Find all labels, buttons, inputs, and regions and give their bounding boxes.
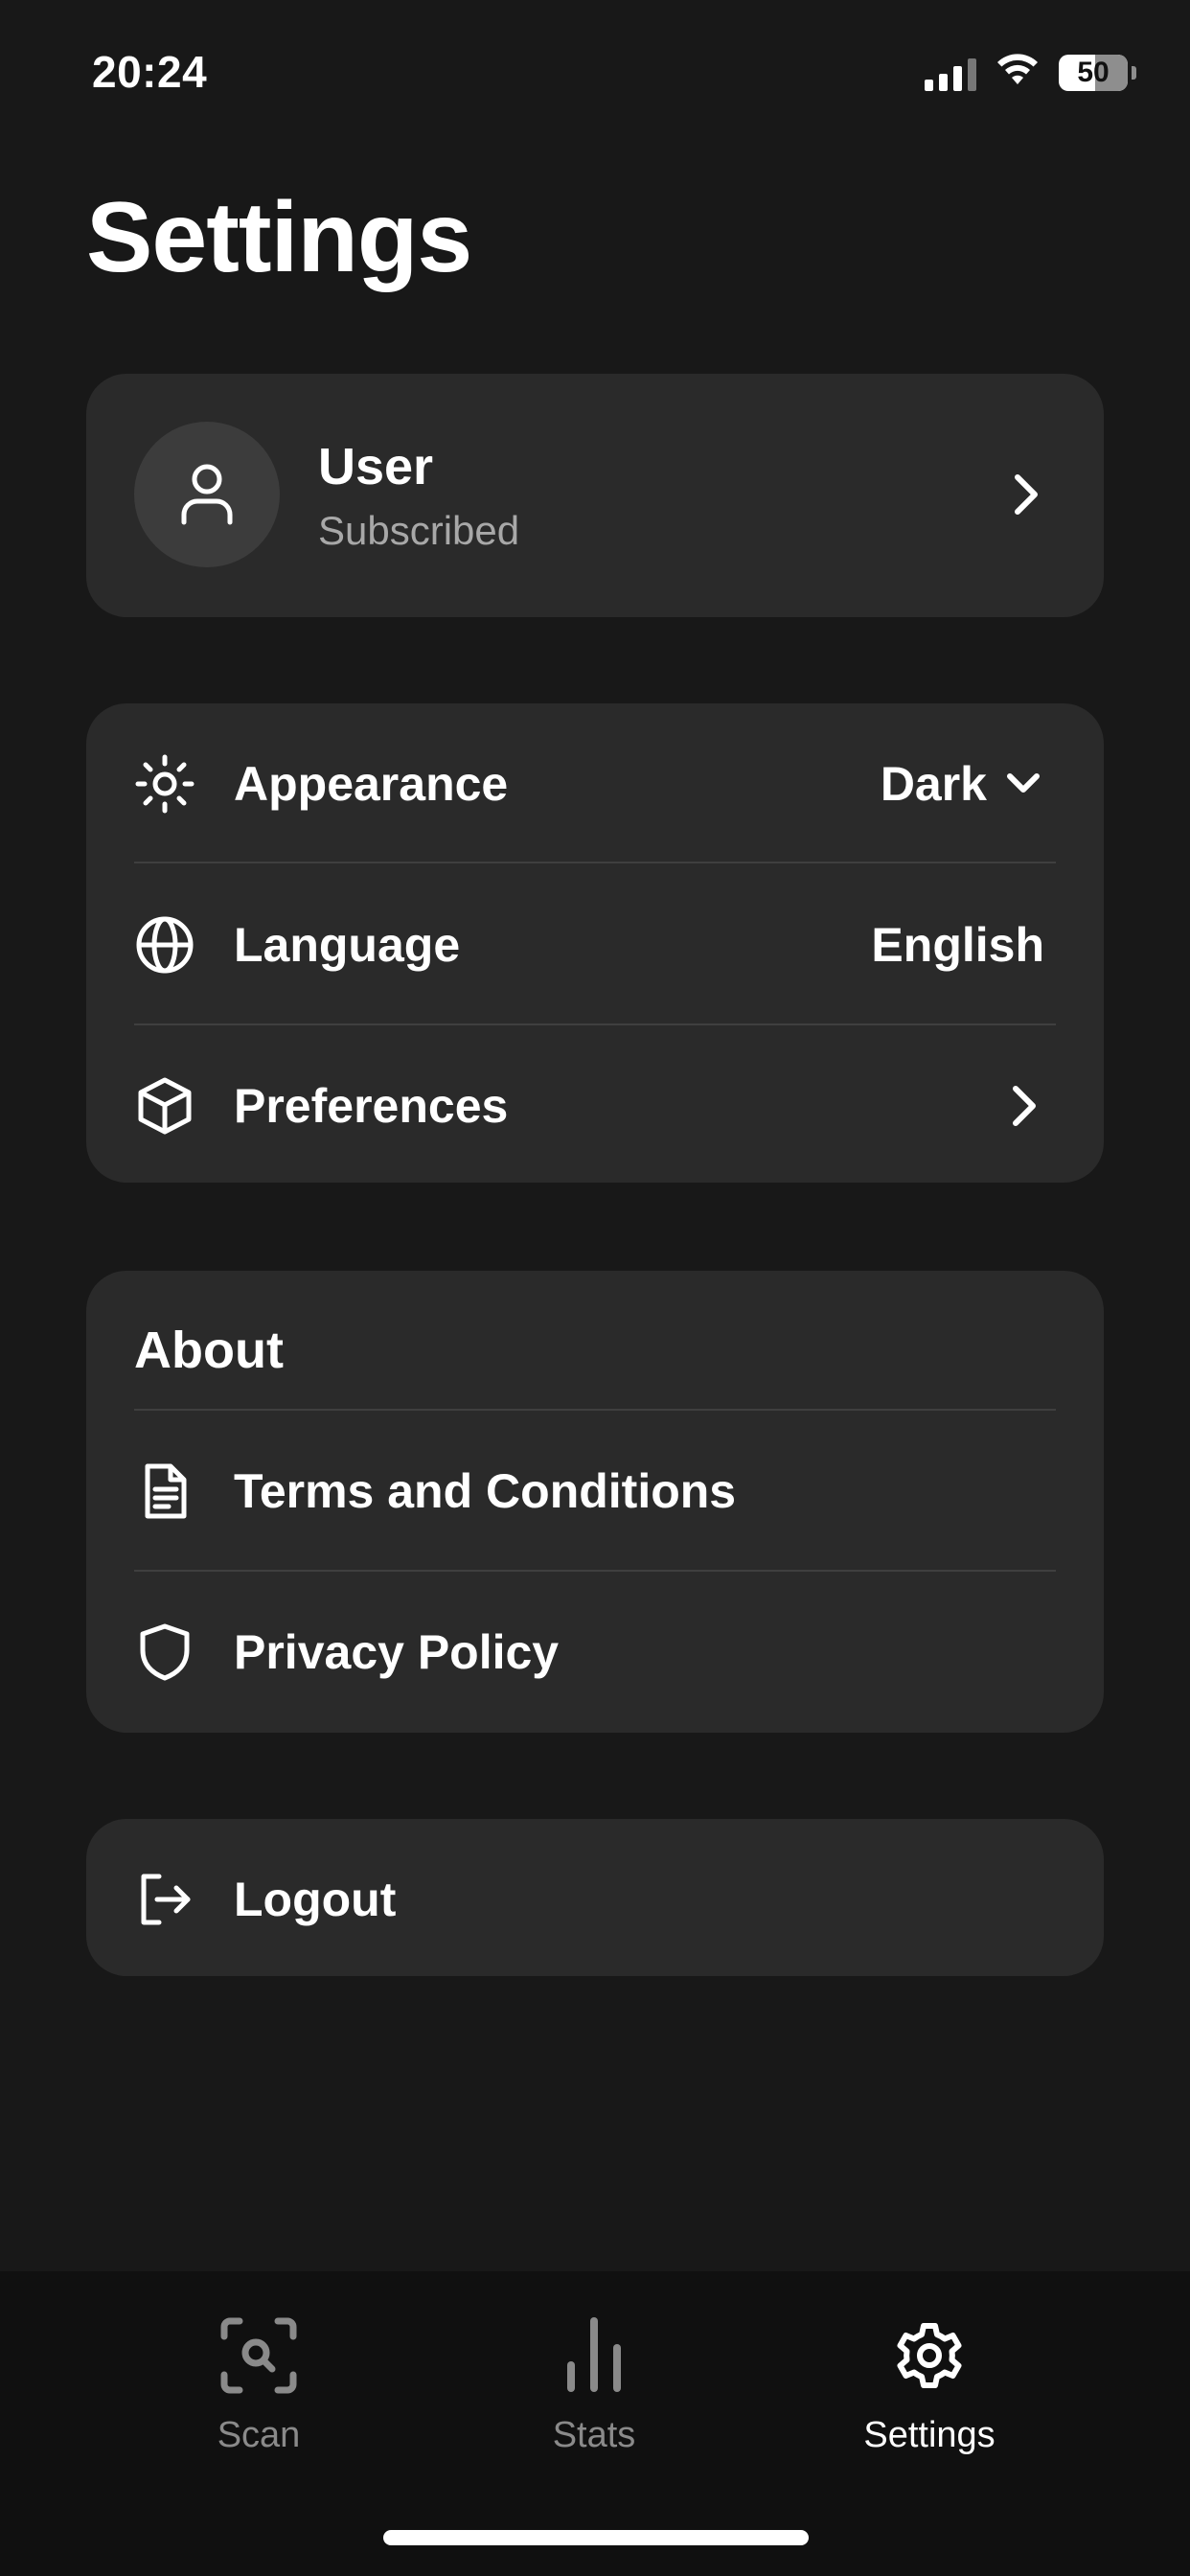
- tab-scan[interactable]: Scan: [115, 2310, 402, 2456]
- divider: [134, 862, 1056, 863]
- appearance-value: Dark: [880, 757, 987, 811]
- logout-label: Logout: [234, 1873, 397, 1926]
- scan-icon: [213, 2310, 305, 2402]
- document-icon: [134, 1460, 195, 1522]
- sun-icon: [134, 753, 195, 815]
- tab-settings-label: Settings: [863, 2415, 995, 2455]
- tab-stats-label: Stats: [552, 2415, 636, 2455]
- appearance-label: Appearance: [234, 757, 509, 811]
- status-indicators: 50: [925, 52, 1136, 93]
- profile-status: Subscribed: [318, 508, 520, 553]
- stats-icon: [548, 2310, 640, 2402]
- page-title: Settings: [86, 182, 472, 293]
- avatar: [134, 422, 280, 567]
- chevron-right-icon: [1006, 1077, 1044, 1135]
- status-bar: 20:24 50: [0, 0, 1190, 144]
- gear-icon: [883, 2310, 975, 2402]
- privacy-label: Privacy Policy: [234, 1625, 560, 1679]
- home-indicator: [383, 2530, 809, 2545]
- status-time: 20:24: [92, 47, 208, 97]
- logout-card[interactable]: Logout: [86, 1819, 1104, 1976]
- terms-label: Terms and Conditions: [234, 1464, 737, 1518]
- battery-level: 50: [1077, 56, 1110, 88]
- profile-card[interactable]: User Subscribed: [86, 374, 1104, 617]
- tab-scan-label: Scan: [217, 2415, 301, 2455]
- battery-icon: 50: [1059, 54, 1128, 91]
- language-label: Language: [234, 918, 461, 972]
- logout-icon: [134, 1869, 195, 1930]
- cube-icon: [134, 1075, 195, 1137]
- cellular-signal-icon: [925, 55, 976, 91]
- about-heading: About: [134, 1322, 284, 1379]
- chevron-down-icon: [1007, 773, 1040, 793]
- language-value[interactable]: English: [871, 917, 1044, 973]
- preferences-label: Preferences: [234, 1079, 509, 1133]
- user-icon: [181, 464, 233, 525]
- language-row[interactable]: Language English: [134, 864, 1056, 1025]
- appearance-row[interactable]: Appearance Dark: [134, 703, 1056, 864]
- logout-row[interactable]: Logout: [134, 1819, 1056, 1980]
- chevron-right-icon: [1008, 466, 1046, 523]
- appearance-dropdown[interactable]: Dark: [881, 756, 1044, 812]
- globe-icon: [134, 914, 195, 976]
- settings-card: Appearance Dark Language English Prefere…: [86, 703, 1104, 1183]
- wifi-icon: [994, 52, 1041, 93]
- shield-icon: [134, 1622, 195, 1683]
- privacy-row[interactable]: Privacy Policy: [134, 1572, 1056, 1733]
- about-card: About Terms and Conditions Privacy Polic…: [86, 1271, 1104, 1733]
- preferences-row[interactable]: Preferences: [134, 1025, 1056, 1186]
- battery-nub: [1132, 65, 1136, 80]
- profile-name: User: [318, 438, 434, 495]
- terms-row[interactable]: Terms and Conditions: [134, 1411, 1056, 1572]
- tab-settings[interactable]: Settings: [786, 2310, 1073, 2456]
- tab-stats[interactable]: Stats: [450, 2310, 738, 2456]
